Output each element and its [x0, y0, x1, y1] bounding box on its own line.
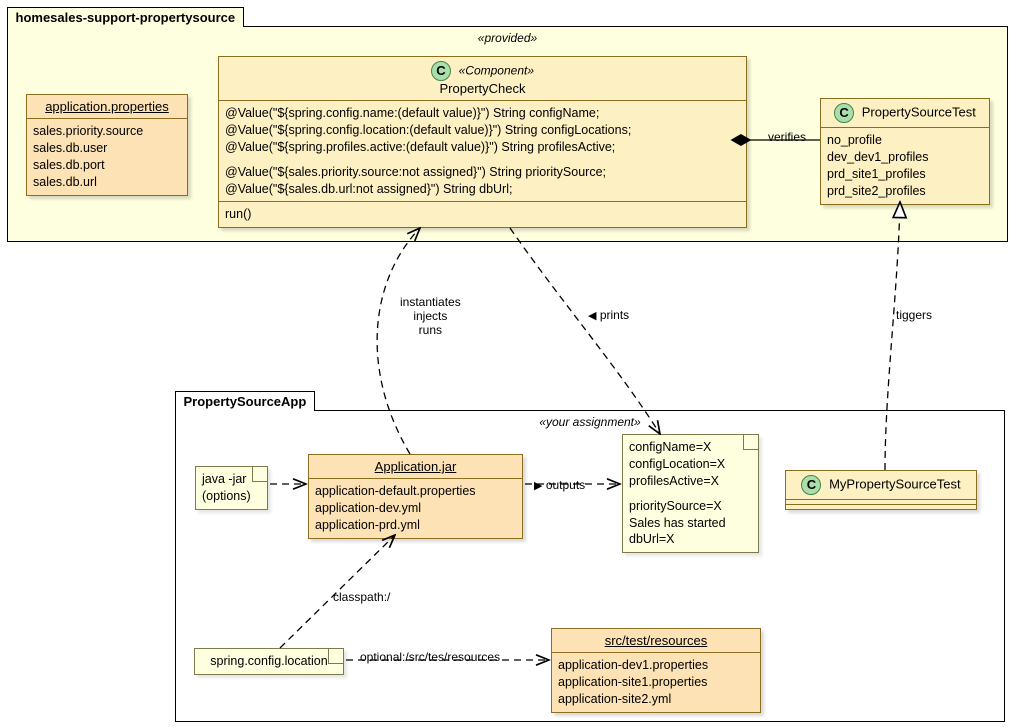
package-tab-propertysource: homesales-support-propertysource: [7, 7, 245, 27]
scl-name: spring.config.location: [201, 653, 337, 670]
attr-line: @Value("${spring.profiles.active:(defaul…: [225, 139, 740, 156]
application-properties: application.properties sales.priority.so…: [26, 94, 188, 196]
note-fold-icon: [252, 467, 267, 482]
package-name: homesales-support-propertysource: [16, 10, 236, 25]
res-file: application-site1.properties: [558, 674, 754, 691]
res-file: application-dev1.properties: [558, 657, 754, 674]
spring-config-location-note: spring.config.location: [194, 648, 344, 675]
out-line: profilesActive=X: [629, 473, 752, 490]
out-line: dbUrl=X: [629, 531, 752, 548]
note-line: (options): [202, 488, 261, 505]
attr-line: @Value("${spring.config.name:(default va…: [225, 105, 740, 122]
application-jar-title: Application.jar: [309, 455, 522, 478]
out-line: configName=X: [629, 439, 752, 456]
src-test-resources: src/test/resources application-dev1.prop…: [551, 628, 761, 713]
property-check-class: C «Component» PropertyCheck @Value("${sp…: [218, 56, 747, 228]
out-line: configLocation=X: [629, 456, 752, 473]
jar-file: application-default.properties: [315, 483, 516, 500]
property-check-stereo: «Component»: [459, 63, 534, 77]
prop-line: sales.priority.source: [33, 123, 181, 140]
class-icon: C: [431, 61, 451, 81]
note-fold-icon: [743, 435, 758, 450]
test-row: prd_site1_profiles: [827, 166, 983, 183]
test-res-title: src/test/resources: [552, 629, 760, 652]
application-jar: Application.jar application-default.prop…: [308, 454, 523, 539]
prop-line: sales.db.port: [33, 157, 181, 174]
class-icon: C: [801, 475, 821, 495]
package2-stereo: «your assignment»: [176, 415, 1004, 429]
prop-line: sales.db.user: [33, 140, 181, 157]
test-row: dev_dev1_profiles: [827, 149, 983, 166]
out-line: Sales has started: [629, 515, 752, 532]
property-check-name: PropertyCheck: [440, 81, 526, 96]
package2-name: PropertySourceApp: [184, 394, 307, 409]
label-verifies: verifies: [768, 130, 806, 144]
label-outputs: ▶ outputs: [534, 478, 585, 492]
test-row: prd_site2_profiles: [827, 183, 983, 200]
note-fold-icon: [328, 649, 343, 664]
class-icon: C: [834, 103, 854, 123]
label-prints: ◀ prints: [588, 308, 629, 322]
attr-line: @Value("${sales.priority.source:not assi…: [225, 164, 740, 181]
package1-stereo: «provided»: [8, 31, 1007, 45]
package-tab-propertysourceapp: PropertySourceApp: [175, 391, 316, 411]
label-instantiates: instantiates injects runs: [400, 295, 461, 337]
prop-line: sales.db.url: [33, 174, 181, 191]
attr-line: @Value("${spring.config.location:(defaul…: [225, 122, 740, 139]
attr-line: @Value("${sales.db.url:not assigned}") S…: [225, 181, 740, 198]
test-row: no_profile: [827, 132, 983, 149]
my-test-name: MyPropertySourceTest: [829, 476, 961, 491]
jar-file: application-dev.yml: [315, 500, 516, 517]
label-tiggers: tiggers: [896, 308, 932, 322]
jar-file: application-prd.yml: [315, 517, 516, 534]
label-classpath: classpath:/: [333, 590, 390, 604]
out-line: prioritySource=X: [629, 498, 752, 515]
property-source-test-name: PropertySourceTest: [862, 104, 976, 119]
res-file: application-site2.yml: [558, 691, 754, 708]
java-jar-note: java -jar (options): [195, 466, 268, 510]
my-property-source-test-class: C MyPropertySourceTest: [785, 470, 977, 510]
application-properties-title: application.properties: [27, 95, 187, 118]
property-source-test-class: C PropertySourceTest no_profile dev_dev1…: [820, 98, 990, 205]
label-optional: optional:/src/tes/resources: [360, 650, 500, 664]
output-note: configName=X configLocation=X profilesAc…: [622, 434, 759, 553]
method-line: run(): [225, 206, 740, 223]
